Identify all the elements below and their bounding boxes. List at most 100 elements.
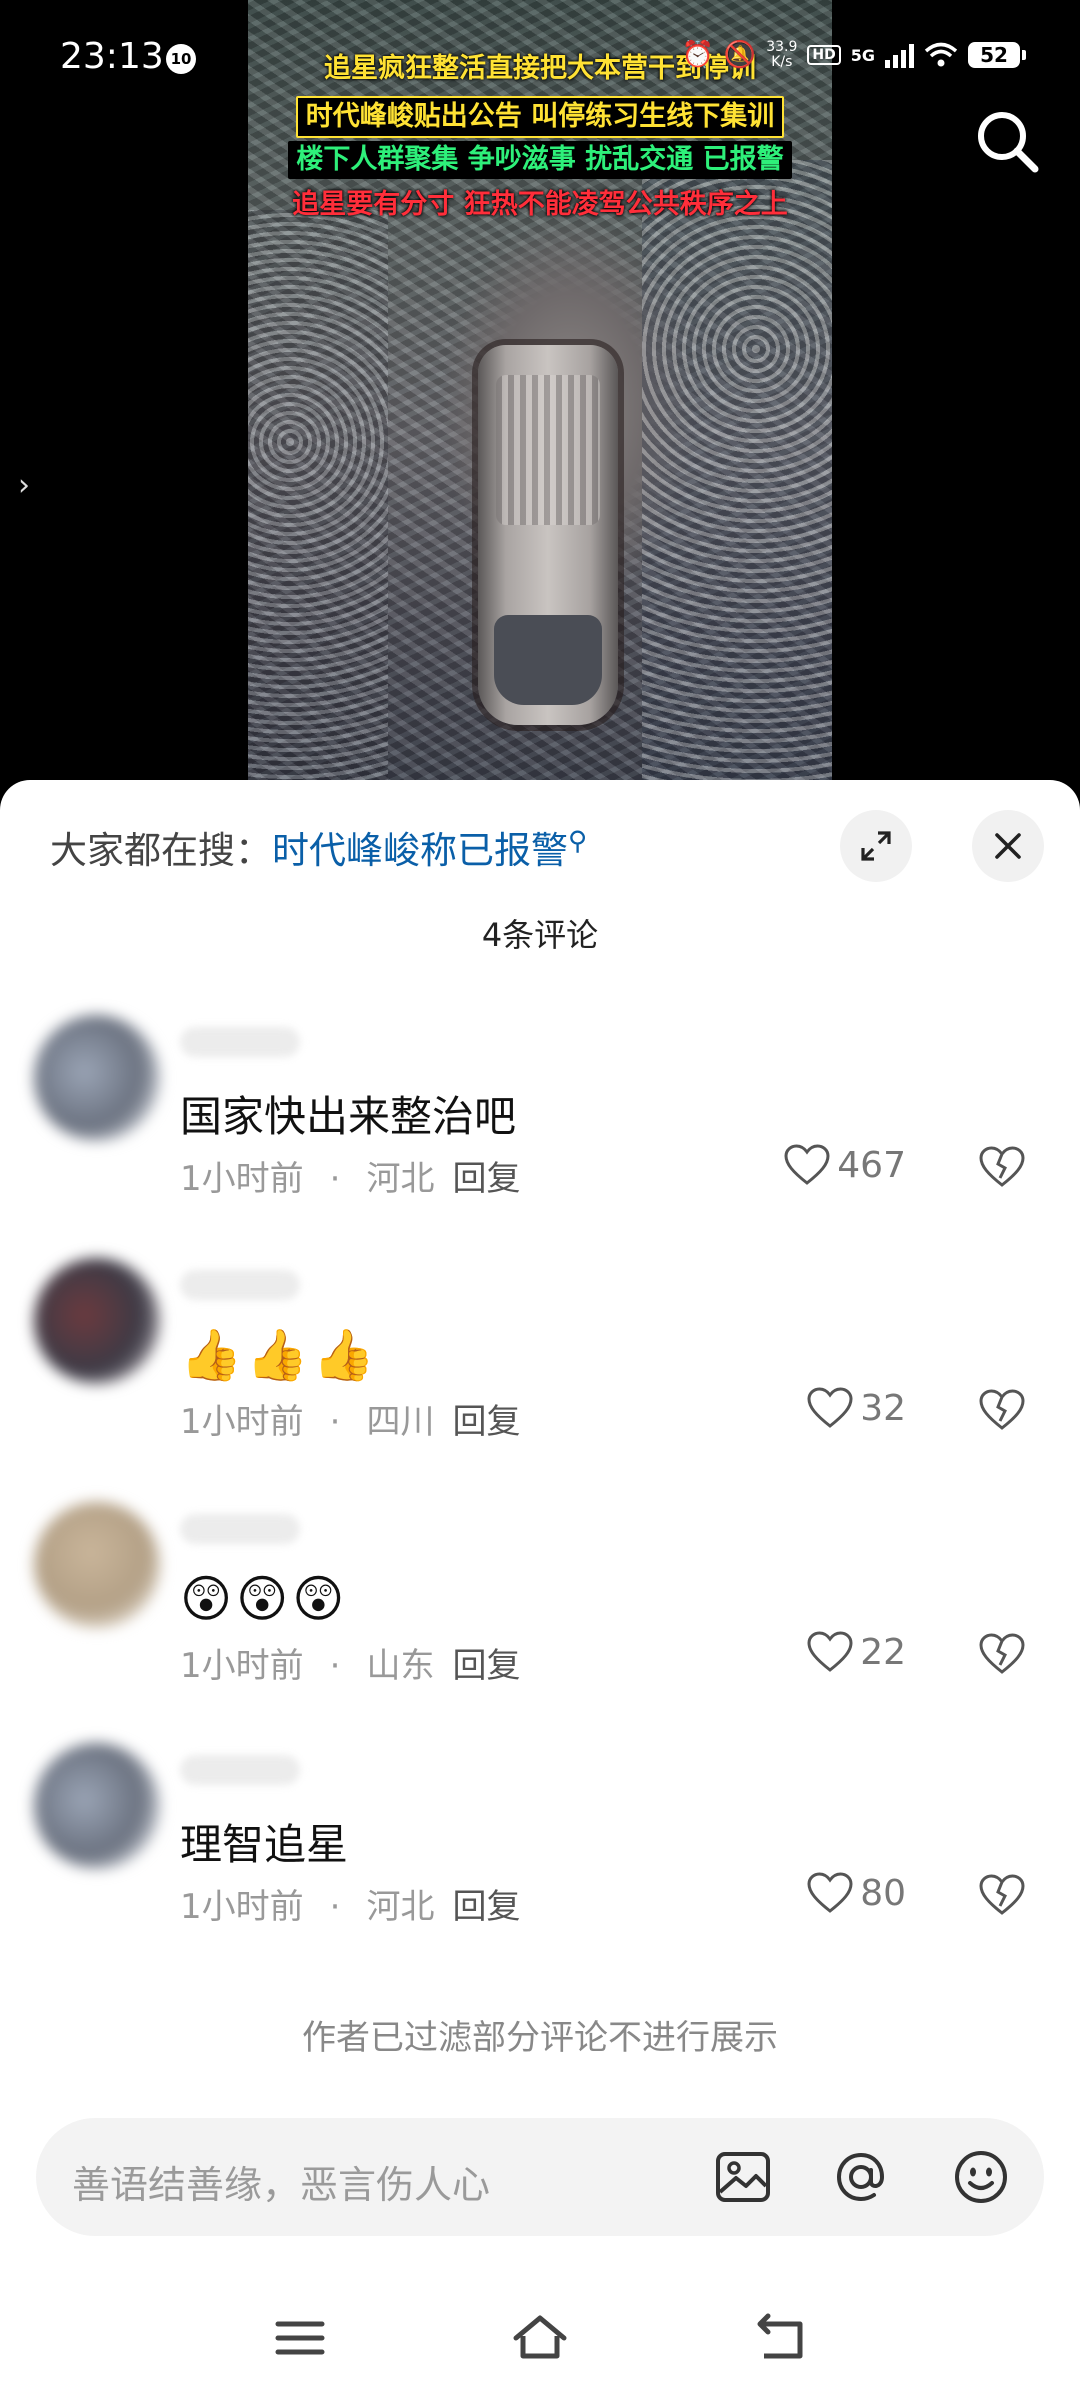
comment-time: 1小时前 bbox=[180, 1402, 304, 1442]
system-nav-bar bbox=[0, 2280, 1080, 2388]
comment-text: 国家快出来整治吧 bbox=[180, 1092, 517, 1141]
comment-count: 4条评论 bbox=[481, 916, 599, 954]
status-bar: 23:13 10 ⏰ 🔕 33.9 K/s HD 5G 52 bbox=[0, 0, 1080, 120]
like-count: 80 bbox=[860, 1872, 906, 1914]
comment-input[interactable]: 善语结善缘，恶言伤人心 bbox=[36, 2118, 1044, 2236]
comment-item: 理智追星 1小时前 · 河北 回复 80 bbox=[0, 1743, 1080, 1983]
back-button[interactable] bbox=[750, 2308, 810, 2368]
comment-text: 😲😲😲 bbox=[180, 1570, 349, 1628]
comment-item: 国家快出来整治吧 1小时前 · 河北 回复 467 bbox=[0, 1015, 1080, 1255]
wifi-icon bbox=[924, 42, 958, 67]
reply-button[interactable]: 回复 bbox=[452, 1402, 520, 1442]
image-icon bbox=[716, 2152, 770, 2202]
comment-item: 👍👍👍 1小时前 · 四川 回复 32 bbox=[0, 1258, 1080, 1498]
comment-location: 四川 bbox=[366, 1402, 435, 1442]
comment-meta: 1小时前 · 河北 回复 bbox=[180, 1879, 520, 1928]
video-crowd-right bbox=[642, 160, 832, 790]
meta-separator: · bbox=[329, 1646, 341, 1686]
avatar[interactable] bbox=[34, 1258, 160, 1384]
like-button[interactable]: 32 bbox=[806, 1386, 906, 1430]
at-icon bbox=[836, 2152, 885, 2202]
trending-prefix: 大家都在搜： bbox=[50, 829, 272, 872]
video-van bbox=[478, 345, 618, 725]
reply-button[interactable]: 回复 bbox=[452, 1159, 520, 1199]
username-blurred[interactable] bbox=[180, 1270, 300, 1300]
avatar[interactable] bbox=[34, 1743, 160, 1869]
trending-term-link[interactable]: 时代峰峻称已报警 bbox=[272, 829, 568, 872]
meta-separator: · bbox=[329, 1159, 341, 1199]
network-type: 5G bbox=[850, 45, 875, 65]
video-caption-3: 楼下人群聚集 争吵滋事 扰乱交通 已报警 bbox=[248, 141, 832, 179]
filter-note: 作者已过滤部分评论不进行展示 bbox=[302, 2018, 778, 2058]
expand-side-arrow-icon[interactable]: › bbox=[18, 468, 30, 503]
like-count: 467 bbox=[837, 1144, 906, 1186]
like-button[interactable]: 22 bbox=[806, 1630, 906, 1674]
like-button[interactable]: 467 bbox=[783, 1143, 906, 1187]
like-button[interactable]: 80 bbox=[806, 1871, 906, 1915]
username-blurred[interactable] bbox=[180, 1755, 300, 1785]
meta-separator: · bbox=[329, 1402, 341, 1442]
heart-icon bbox=[784, 1144, 830, 1185]
username-blurred[interactable] bbox=[180, 1027, 300, 1057]
notification-count-badge: 10 bbox=[166, 44, 196, 74]
heart-icon bbox=[807, 1631, 853, 1672]
broken-heart-icon bbox=[979, 1146, 1025, 1187]
emoji-icon bbox=[955, 2151, 1007, 2203]
avatar[interactable] bbox=[34, 1015, 160, 1141]
back-icon bbox=[757, 2313, 803, 2359]
broken-heart-icon bbox=[979, 1874, 1025, 1915]
search-icon: ⚲ bbox=[568, 826, 588, 857]
comment-item: 😲😲😲 1小时前 · 山东 回复 22 bbox=[0, 1502, 1080, 1742]
home-icon bbox=[513, 2315, 567, 2359]
video-caption-4: 追星要有分寸 狂热不能凌驾公共秩序之上 bbox=[292, 189, 788, 220]
like-count: 32 bbox=[860, 1387, 906, 1429]
dislike-button[interactable] bbox=[978, 1145, 1026, 1193]
like-count: 22 bbox=[860, 1631, 906, 1673]
close-icon bbox=[995, 833, 1021, 859]
home-button[interactable] bbox=[510, 2308, 570, 2368]
signal-icon bbox=[885, 42, 914, 68]
comment-input-placeholder: 善语结善缘，恶言伤人心 bbox=[72, 2163, 491, 2207]
comment-sheet: 大家都在搜：时代峰峻称已报警⚲ 4条评论 国家快出来整治吧 1小时前 · 河北 回复 … bbox=[0, 780, 1080, 2388]
status-icons: ⏰ 🔕 33.9 K/s HD 5G 52 bbox=[681, 39, 1026, 70]
video-crowd-left bbox=[248, 210, 388, 790]
video-area[interactable]: 追星疯狂整活直接把大本营干到停训 时代峰峻贴出公告 叫停练习生线下集训 楼下人群… bbox=[0, 0, 1080, 800]
heart-icon bbox=[807, 1872, 853, 1913]
username-blurred[interactable] bbox=[180, 1514, 300, 1544]
comment-meta: 1小时前 · 四川 回复 bbox=[180, 1394, 520, 1443]
comment-time: 1小时前 bbox=[180, 1887, 304, 1927]
status-time: 23:13 bbox=[60, 36, 164, 77]
hd-icon: HD bbox=[807, 45, 841, 65]
net-speed: 33.9 K/s bbox=[766, 39, 798, 70]
mute-bell-icon: 🔕 bbox=[723, 40, 757, 70]
broken-heart-icon bbox=[979, 1389, 1025, 1430]
dislike-button[interactable] bbox=[978, 1873, 1026, 1921]
mention-button[interactable] bbox=[830, 2146, 892, 2208]
trending-search[interactable]: 大家都在搜：时代峰峻称已报警⚲ bbox=[50, 820, 587, 874]
comment-time: 1小时前 bbox=[180, 1646, 304, 1686]
close-button[interactable] bbox=[972, 810, 1044, 882]
battery-icon: 52 bbox=[968, 42, 1026, 68]
dislike-button[interactable] bbox=[978, 1632, 1026, 1680]
heart-icon bbox=[807, 1387, 853, 1428]
menu-icon bbox=[275, 2321, 325, 2355]
reply-button[interactable]: 回复 bbox=[452, 1646, 520, 1686]
comment-text: 👍👍👍 bbox=[180, 1326, 379, 1384]
dislike-button[interactable] bbox=[978, 1388, 1026, 1436]
meta-separator: · bbox=[329, 1887, 341, 1927]
comment-location: 河北 bbox=[366, 1159, 435, 1199]
avatar[interactable] bbox=[34, 1502, 160, 1628]
reply-button[interactable]: 回复 bbox=[452, 1887, 520, 1927]
recent-apps-button[interactable] bbox=[270, 2308, 330, 2368]
comment-location: 山东 bbox=[366, 1646, 435, 1686]
expand-button[interactable] bbox=[840, 810, 912, 882]
comment-meta: 1小时前 · 河北 回复 bbox=[180, 1151, 520, 1200]
comment-text: 理智追星 bbox=[180, 1820, 349, 1869]
alarm-icon: ⏰ bbox=[681, 40, 714, 70]
comment-location: 河北 bbox=[366, 1887, 435, 1927]
comment-time: 1小时前 bbox=[180, 1159, 304, 1199]
broken-heart-icon bbox=[979, 1633, 1025, 1674]
insert-image-button[interactable] bbox=[712, 2146, 774, 2208]
emoji-button[interactable] bbox=[950, 2146, 1012, 2208]
expand-icon bbox=[861, 831, 891, 861]
